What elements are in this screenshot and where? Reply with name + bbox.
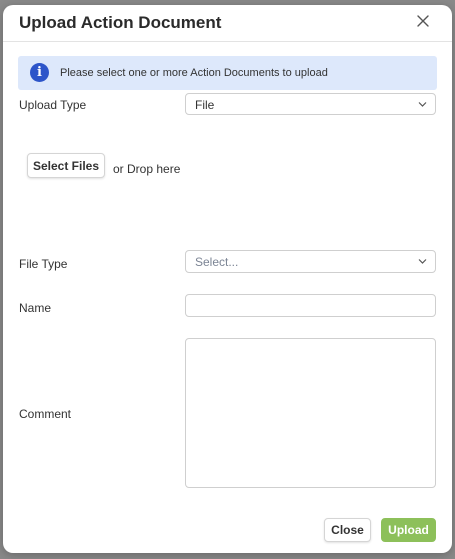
- chevron-down-icon: [418, 102, 427, 107]
- upload-type-label: Upload Type: [19, 98, 87, 112]
- file-type-select[interactable]: Select...: [185, 250, 436, 273]
- info-message: Please select one or more Action Documen…: [60, 67, 328, 79]
- info-banner: i Please select one or more Action Docum…: [18, 56, 437, 90]
- comment-textarea[interactable]: [185, 338, 436, 488]
- upload-type-value: File: [195, 98, 215, 112]
- name-input[interactable]: [185, 294, 436, 317]
- close-button[interactable]: Close: [324, 518, 371, 542]
- file-type-placeholder: Select...: [195, 255, 239, 269]
- upload-type-select[interactable]: File: [185, 93, 436, 115]
- info-icon: i: [30, 63, 49, 82]
- upload-action-document-dialog: Upload Action Document i Please select o…: [3, 5, 452, 553]
- dialog-title: Upload Action Document: [19, 13, 222, 32]
- file-type-label: File Type: [19, 257, 68, 271]
- comment-label: Comment: [19, 407, 72, 421]
- close-icon[interactable]: [415, 13, 431, 29]
- select-files-button[interactable]: Select Files: [27, 153, 105, 178]
- chevron-down-icon: [418, 259, 427, 264]
- upload-button[interactable]: Upload: [381, 518, 436, 542]
- drop-zone-text: or Drop here: [113, 162, 181, 176]
- name-label: Name: [19, 301, 52, 315]
- dialog-header: Upload Action Document: [3, 5, 452, 42]
